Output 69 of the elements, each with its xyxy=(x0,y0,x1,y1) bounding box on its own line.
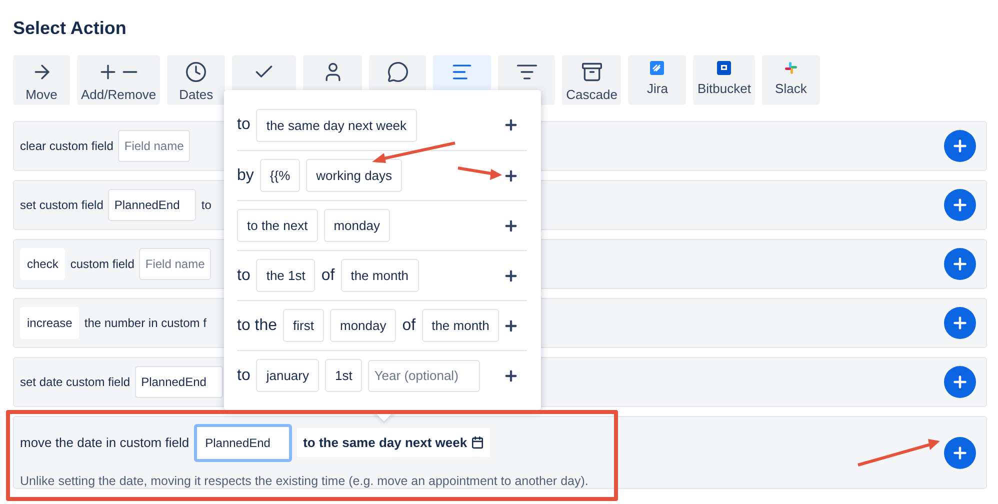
plus-icon xyxy=(951,196,969,214)
option-chip[interactable]: working days xyxy=(306,159,402,192)
clock-icon xyxy=(185,61,208,83)
add-option-button[interactable] xyxy=(503,268,519,284)
toolbar-button[interactable]: Bitbucket xyxy=(693,55,755,105)
option-chip[interactable]: 1st xyxy=(324,359,362,392)
input-field[interactable]: Field name xyxy=(118,130,190,162)
label-text: to xyxy=(237,266,250,284)
date-picker[interactable]: to the same day next week xyxy=(297,428,490,457)
add-button[interactable] xyxy=(944,366,976,398)
option-chip[interactable]: to the next xyxy=(237,209,318,242)
add-option-button[interactable] xyxy=(503,168,519,184)
add-option-button[interactable] xyxy=(503,117,519,133)
label-text: to the xyxy=(237,316,278,334)
add-button[interactable] xyxy=(944,130,976,162)
option-chip[interactable]: january xyxy=(256,359,319,392)
toolbar-button[interactable]: Cascade xyxy=(562,55,622,105)
option-chip[interactable]: monday xyxy=(324,209,390,242)
label-text: the number in custom f xyxy=(84,316,206,330)
add-button[interactable] xyxy=(944,189,976,221)
calendar-icon xyxy=(471,436,484,449)
input-field[interactable]: PlannedEnd xyxy=(135,366,224,398)
option-chip[interactable]: the month xyxy=(340,259,419,292)
input-field[interactable]: PlannedEnd xyxy=(194,424,292,462)
description-text: Unlike setting the date, moving it respects the existing time (e.g. move an appointment to another day). xyxy=(20,474,588,488)
option-chip[interactable]: monday xyxy=(330,309,396,342)
plus-icon xyxy=(951,314,969,332)
add-button[interactable] xyxy=(944,307,976,339)
option-chip[interactable]: the same day next week xyxy=(256,108,417,142)
label-text: clear custom field xyxy=(20,139,114,153)
plus-icon xyxy=(951,137,969,155)
add-option-button[interactable] xyxy=(503,368,519,384)
add-button[interactable] xyxy=(944,436,976,468)
add-option-button[interactable] xyxy=(503,218,519,234)
input-field[interactable]: Year (optional) xyxy=(368,360,480,392)
tray-icon xyxy=(580,61,603,83)
option-chip[interactable]: the month xyxy=(422,309,500,342)
toolbar-button[interactable]: Jira xyxy=(628,55,686,105)
bitbucket-logo-icon xyxy=(717,61,732,75)
toolbar-button[interactable]: Move xyxy=(13,55,70,105)
toolbar-button[interactable]: Dates xyxy=(167,55,226,105)
plus-icon xyxy=(951,444,969,462)
plus-icon xyxy=(951,373,969,391)
option-chip[interactable]: first xyxy=(283,309,324,342)
toolbar-button[interactable]: Slack xyxy=(762,55,820,105)
slack-logo-icon xyxy=(784,61,798,75)
plus-icon xyxy=(951,255,969,273)
option-chip[interactable]: the 1st xyxy=(256,259,316,292)
label-text: of xyxy=(402,316,416,334)
label-text: custom field xyxy=(70,257,134,271)
section-title: Select Action xyxy=(13,18,128,38)
input-field[interactable]: Field name xyxy=(139,248,212,280)
label-text: move the date in custom field xyxy=(20,435,190,450)
jira-logo-icon xyxy=(650,61,664,75)
add-button[interactable] xyxy=(944,248,976,280)
add-option-button[interactable] xyxy=(503,318,519,334)
label-text: set date custom field xyxy=(20,375,130,389)
label-text: to xyxy=(237,366,250,384)
toolbar-button[interactable]: Add/Remove xyxy=(77,55,160,105)
input-field[interactable]: PlannedEnd xyxy=(108,189,196,221)
label-text: by xyxy=(237,166,254,184)
label-text: set custom field xyxy=(20,198,104,212)
speech-bubble-icon xyxy=(386,61,409,83)
option-chip[interactable]: {{% xyxy=(260,159,300,192)
label-text: to xyxy=(237,116,250,134)
option-chip[interactable]: increase xyxy=(20,307,80,339)
label-text: of xyxy=(321,266,335,284)
label-text: to xyxy=(201,198,212,212)
option-chip[interactable]: check xyxy=(20,248,66,280)
